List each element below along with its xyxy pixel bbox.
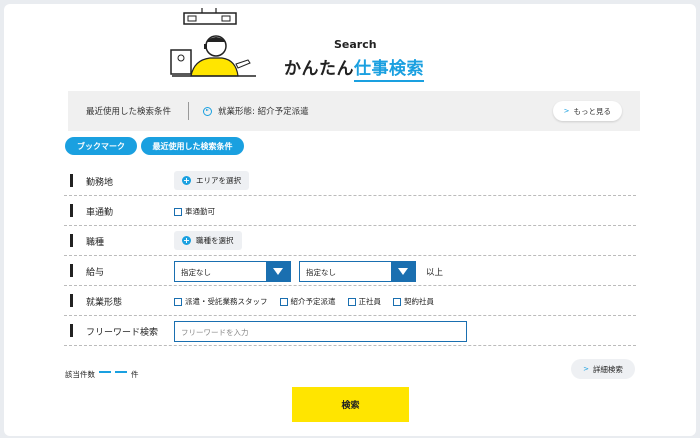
- result-count-unit: 件: [131, 370, 139, 379]
- salary-max-value: 指定なし: [306, 268, 336, 277]
- row-employment: 就業形態 派遣・受託業務スタッフ 紹介予定派遣 正社員 契約社員: [64, 286, 636, 316]
- location-label: 勤務地: [86, 178, 114, 188]
- row-marker: [70, 294, 73, 307]
- select-job-type-label: 職種を選択: [196, 236, 234, 245]
- select-area-label: エリアを選択: [196, 176, 241, 185]
- employment-option-label: 派遣・受託業務スタッフ: [185, 297, 268, 306]
- plus-icon: +: [182, 176, 191, 185]
- select-area-button[interactable]: + エリアを選択: [174, 171, 249, 190]
- recent-conditions-title: 最近使用した検索条件: [86, 107, 172, 117]
- support-person-illustration: [170, 8, 256, 77]
- tab-bookmark[interactable]: ブックマーク: [65, 137, 137, 155]
- tab-recent-conditions[interactable]: 最近使用した検索条件: [141, 137, 244, 155]
- employment-option-full-time[interactable]: 正社員: [347, 296, 382, 307]
- freeword-input[interactable]: フリーワードを入力: [174, 321, 467, 342]
- row-marker: [70, 264, 73, 277]
- row-marker: [70, 204, 73, 217]
- commute-option-label: 車通勤可: [185, 207, 215, 216]
- employment-option-dispatch[interactable]: 派遣・受託業務スタッフ: [174, 296, 268, 307]
- commute-checkbox[interactable]: 車通勤可: [174, 206, 215, 217]
- detail-search-label: 詳細検索: [592, 364, 623, 374]
- title-prefix: かんたん: [284, 59, 354, 79]
- chevron-right-icon: >: [563, 107, 570, 115]
- title-accent: 仕事検索: [354, 59, 424, 82]
- row-commute: 車通勤 車通勤可: [64, 196, 636, 226]
- search-button[interactable]: 検索: [292, 387, 409, 422]
- more-button[interactable]: > もっと見る: [552, 101, 622, 121]
- checkbox-box[interactable]: [393, 297, 401, 306]
- chevron-right-icon: >: [583, 365, 589, 373]
- recent-conditions-bar: 最近使用した検索条件 就業形態: 紹介予定派遣 > もっと見る: [68, 91, 640, 131]
- job-type-label: 職種: [86, 238, 105, 248]
- row-job-type: 職種 + 職種を選択: [64, 226, 636, 256]
- salary-label: 給与: [86, 268, 105, 278]
- row-marker: [70, 234, 73, 247]
- salary-min-value: 指定なし: [181, 268, 211, 277]
- salary-max-select[interactable]: 指定なし: [299, 261, 416, 282]
- plus-icon: +: [182, 236, 191, 245]
- employment-option-contract[interactable]: 契約社員: [393, 296, 434, 307]
- checkbox-box[interactable]: [174, 297, 182, 306]
- checkbox-box[interactable]: [174, 207, 182, 216]
- chevron-down-icon: [391, 262, 415, 281]
- detail-search-button[interactable]: > 詳細検索: [571, 359, 635, 379]
- salary-suffix: 以上: [426, 268, 444, 278]
- employment-option-temp-to-perm[interactable]: 紹介予定派遣: [279, 296, 336, 307]
- chevron-down-icon: [266, 262, 290, 281]
- recent-condition-link[interactable]: 就業形態: 紹介予定派遣: [203, 105, 309, 117]
- brand-subtitle: Search: [334, 38, 377, 51]
- freeword-label: フリーワード検索: [86, 328, 159, 338]
- row-salary: 給与 指定なし 指定なし 以上: [64, 256, 636, 286]
- row-freeword: フリーワード検索 フリーワードを入力: [64, 316, 636, 346]
- more-button-label: もっと見る: [573, 106, 612, 116]
- checkbox-box[interactable]: [347, 297, 356, 306]
- divider: [188, 102, 189, 120]
- employment-option-label: 正社員: [358, 297, 382, 306]
- count-placeholder-dash: [99, 370, 111, 373]
- row-marker: [70, 174, 73, 187]
- employment-option-label: 契約社員: [404, 297, 434, 306]
- checkbox-box[interactable]: [279, 297, 288, 306]
- recent-condition-text: 就業形態: 紹介予定派遣: [218, 107, 309, 117]
- result-count-label: 該当件数: [65, 370, 95, 379]
- row-location: 勤務地 + エリアを選択: [64, 166, 636, 196]
- count-placeholder-dash: [115, 370, 127, 373]
- salary-min-select[interactable]: 指定なし: [174, 261, 291, 282]
- employment-option-label: 紹介予定派遣: [290, 297, 336, 306]
- play-circle-icon: [203, 106, 212, 116]
- result-count: 該当件数 件: [65, 369, 139, 380]
- employment-options: 派遣・受託業務スタッフ 紹介予定派遣 正社員 契約社員: [174, 296, 434, 307]
- page-title: かんたん仕事検索: [284, 54, 424, 82]
- row-marker: [70, 324, 73, 337]
- employment-label: 就業形態: [86, 298, 123, 308]
- commute-label: 車通勤: [86, 208, 114, 218]
- select-job-type-button[interactable]: + 職種を選択: [174, 231, 242, 250]
